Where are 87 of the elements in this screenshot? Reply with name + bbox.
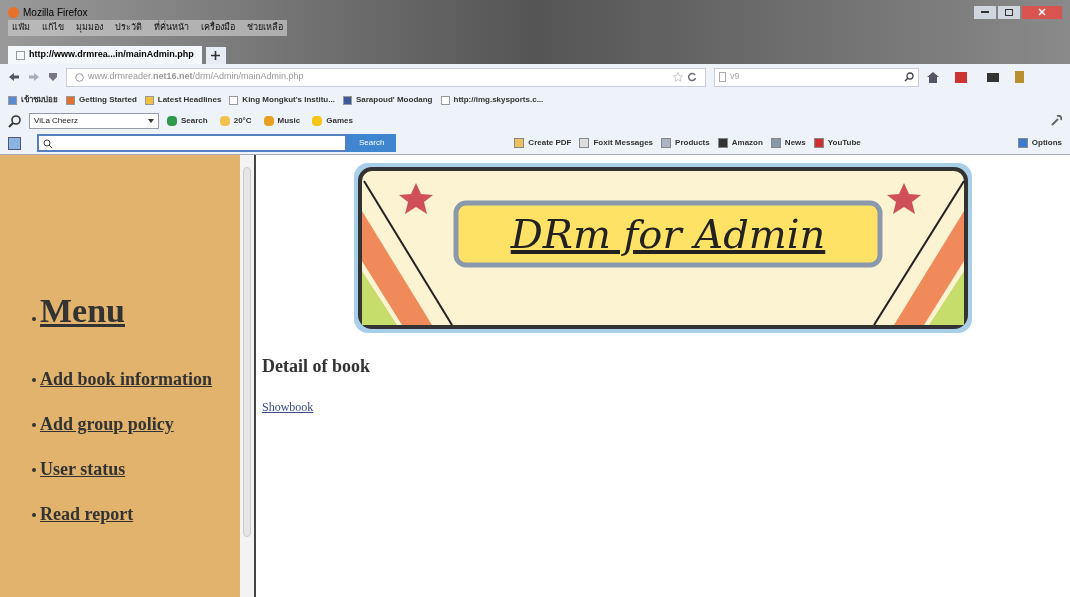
- search-icon[interactable]: [904, 72, 914, 82]
- menu-item[interactable]: มุมมอง: [76, 21, 103, 35]
- minimize-button[interactable]: [974, 5, 996, 19]
- toolbar-link[interactable]: YouTube: [813, 137, 861, 149]
- window-title: Mozilla Firefox: [23, 5, 88, 20]
- bullet-icon: [32, 467, 36, 472]
- addon-icon[interactable]: [987, 72, 999, 82]
- bookmark-icon: [342, 95, 352, 105]
- toolbar-icon: [770, 138, 781, 148]
- sidebar-link[interactable]: User status: [40, 456, 126, 483]
- bookmark-icon: [66, 95, 75, 105]
- bookmark-link[interactable]: Getting Started: [66, 94, 137, 106]
- showbook-link[interactable]: Showbook: [262, 398, 314, 416]
- bullet-icon: [32, 422, 36, 427]
- wrench-icon[interactable]: [1050, 115, 1062, 127]
- page-icon: [719, 72, 726, 82]
- bookmark-icon: [440, 95, 450, 105]
- menu-item[interactable]: ช่วยเหลือ: [247, 21, 283, 35]
- profile-dropdown[interactable]: ViLa Cheerz: [29, 113, 159, 129]
- plus-icon: [211, 51, 221, 60]
- note-icon[interactable]: [8, 136, 21, 150]
- toolbar-icon: [167, 116, 177, 126]
- bookmark-link[interactable]: King Mongkut's Institu...: [229, 94, 335, 106]
- sidebar-link[interactable]: Add book information: [40, 366, 213, 393]
- toolbar-icon: [312, 116, 323, 126]
- home-icon[interactable]: [927, 71, 939, 83]
- bullet-icon: [32, 512, 36, 517]
- scrollbar-thumb[interactable]: [243, 167, 251, 537]
- search-input[interactable]: v9: [730, 70, 880, 84]
- menu-item[interactable]: แฟ้ม: [12, 21, 30, 35]
- bookmark-link[interactable]: http://img.skysports.c...: [440, 94, 544, 106]
- toolbar-icon: [813, 138, 824, 148]
- firefox-logo-icon: [8, 6, 19, 18]
- star-icon: [887, 183, 921, 214]
- toolbar-link[interactable]: Options: [1017, 137, 1062, 149]
- toolbar-search-field[interactable]: [37, 134, 347, 152]
- bookmark-icon: [229, 95, 239, 105]
- shield-icon[interactable]: [48, 72, 58, 82]
- caret-icon: [148, 119, 154, 123]
- toolbar-link[interactable]: Create PDF: [514, 137, 572, 149]
- toolbar-link[interactable]: Search: [167, 115, 208, 127]
- page-heading: Detail of book: [262, 355, 371, 378]
- sidebar-link[interactable]: Read report: [40, 501, 134, 528]
- bookmark-link[interactable]: Sarapoud' Moodang: [342, 94, 433, 106]
- globe-icon: [75, 72, 84, 82]
- new-tab-button[interactable]: [205, 47, 226, 64]
- search-button[interactable]: Search: [347, 134, 397, 152]
- toolbar-link[interactable]: News: [770, 137, 806, 149]
- search-icon: [43, 138, 52, 148]
- bookmark-link[interactable]: เข้าชมบ่อย: [8, 94, 58, 106]
- toolbar-icon: [1017, 138, 1028, 148]
- toolbar-icon: [514, 138, 525, 148]
- close-button[interactable]: [1022, 5, 1062, 19]
- bookmark-icon: [8, 95, 17, 105]
- toolbar-link[interactable]: Amazon: [717, 137, 763, 149]
- toolbar-icon: [661, 138, 672, 148]
- search-icon[interactable]: [8, 114, 21, 128]
- menu-item[interactable]: เครื่องมือ: [201, 21, 235, 35]
- page-icon: [16, 50, 25, 60]
- toolbar-link[interactable]: Products: [661, 137, 710, 149]
- bullet-icon: [32, 316, 36, 321]
- menu-item[interactable]: ที่คั่นหน้า: [154, 21, 189, 35]
- maximize-button[interactable]: [998, 5, 1020, 19]
- banner-title: DRm for Admin: [510, 210, 826, 259]
- sidebar-link[interactable]: Add group policy: [40, 411, 174, 438]
- toolbar-link[interactable]: Foxit Messages: [579, 137, 654, 149]
- bookmark-link[interactable]: Latest Headlines: [144, 94, 222, 106]
- close-icon: [1038, 8, 1046, 16]
- bookmark-icon: [144, 95, 154, 105]
- search-box[interactable]: v9: [714, 67, 919, 87]
- star-icon[interactable]: [673, 72, 683, 82]
- menu-heading-link[interactable]: Menu: [40, 285, 125, 336]
- toolbar-icon: [219, 116, 230, 126]
- scrollbar[interactable]: [240, 155, 256, 597]
- browser-tab[interactable]: http://www.drmrea...in/mainAdmin.php: [8, 46, 202, 64]
- toolbar-link[interactable]: Music: [263, 115, 301, 127]
- reload-icon[interactable]: [687, 72, 697, 82]
- star-icon: [399, 183, 433, 214]
- toolbar-icon: [717, 138, 728, 148]
- toolbar-link[interactable]: Games: [312, 115, 353, 127]
- toolbar-icon: [579, 138, 590, 148]
- back-arrow-icon[interactable]: [8, 72, 20, 82]
- bullet-icon: [32, 377, 36, 382]
- menu-item[interactable]: ประวัติ: [115, 21, 142, 35]
- toolbar-link[interactable]: 20°C: [219, 115, 252, 127]
- menu-item[interactable]: แก้ไข: [42, 21, 64, 35]
- toolbar-icon: [263, 116, 274, 126]
